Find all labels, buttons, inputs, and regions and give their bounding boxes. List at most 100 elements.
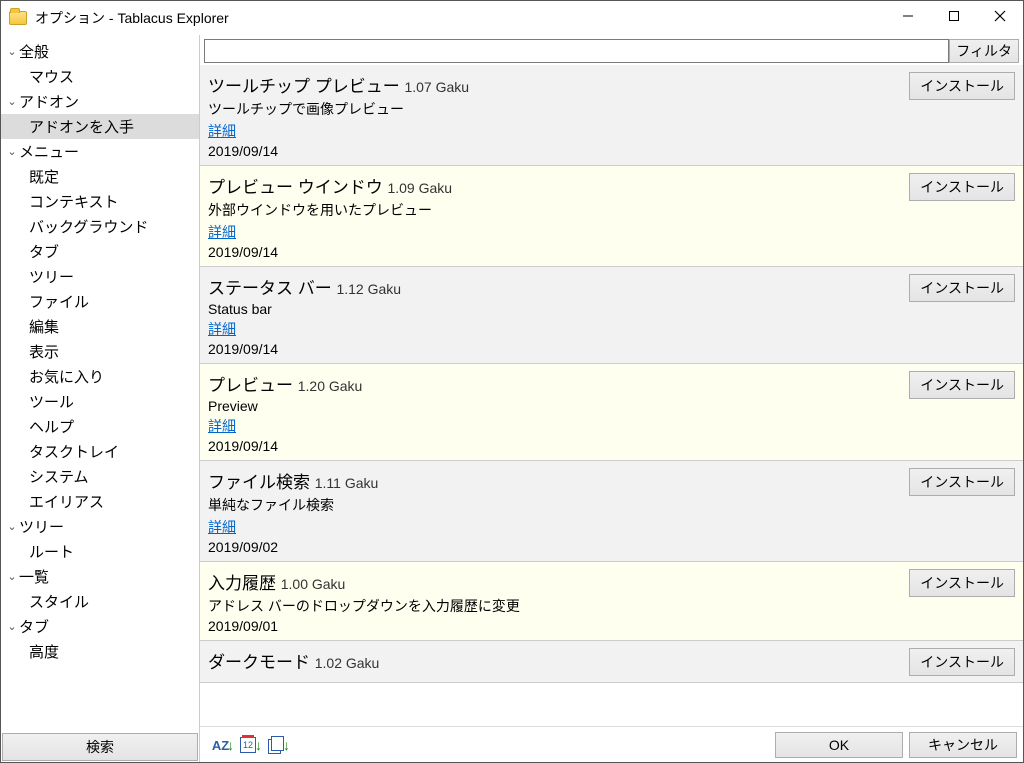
details-link[interactable]: 詳細 [208,121,236,141]
tree-node[interactable]: ツリー [1,264,199,289]
sort-icons: AZ 12↓ ↓ [206,734,290,756]
tree-node-label: エイリアス [29,491,104,512]
tree-node[interactable]: ツール [1,389,199,414]
tree-node-label: スタイル [29,591,89,612]
tree-node[interactable]: エイリアス [1,489,199,514]
tree-node[interactable]: ファイル [1,289,199,314]
tree-node[interactable]: ⌄タブ [1,614,199,639]
addon-title: 入力履歴 1.00 Gaku [208,569,909,594]
addon-item: ダークモード 1.02 Gakuインストール [200,641,1023,683]
sort-alpha-icon[interactable]: AZ [212,734,234,756]
details-link[interactable]: 詳細 [208,319,236,339]
tree-node[interactable]: ⌄アドオン [1,89,199,114]
tree-node[interactable]: バックグラウンド [1,214,199,239]
tree-node-label: マウス [29,66,74,87]
client-area: ⌄全般マウス⌄アドオンアドオンを入手⌄メニュー既定コンテキストバックグラウンドタ… [1,35,1023,762]
tree-node[interactable]: ルート [1,539,199,564]
collapse-icon[interactable]: ⌄ [5,45,19,58]
search-button[interactable]: 検索 [2,733,198,761]
addon-meta: 1.07 Gaku [404,79,469,95]
addon-date: 2019/09/02 [208,539,909,555]
tree-node[interactable]: ⌄メニュー [1,139,199,164]
addon-item: プレビュー ウインドウ 1.09 Gaku外部ウインドウを用いたプレビュー詳細2… [200,166,1023,267]
collapse-icon[interactable]: ⌄ [5,95,19,108]
addon-item: 入力履歴 1.00 Gakuアドレス バーのドロップダウンを入力履歴に変更201… [200,562,1023,641]
cancel-button[interactable]: キャンセル [909,732,1017,758]
maximize-button[interactable] [931,1,977,31]
main-panel: フィルタ ツールチップ プレビュー 1.07 Gakuツールチップで画像プレビュ… [200,35,1023,762]
sidebar: ⌄全般マウス⌄アドオンアドオンを入手⌄メニュー既定コンテキストバックグラウンドタ… [1,35,200,762]
filter-button[interactable]: フィルタ [949,39,1019,63]
tree-node[interactable]: マウス [1,64,199,89]
window-title: オプション - Tablacus Explorer [35,8,885,28]
addon-date: 2019/09/14 [208,341,909,357]
collapse-icon[interactable]: ⌄ [5,520,19,533]
tree-node[interactable]: 編集 [1,314,199,339]
tree-node-label: 全般 [19,41,49,62]
addon-name: ツールチップ プレビュー [208,77,404,96]
tree-node[interactable]: 既定 [1,164,199,189]
tree-node-label: お気に入り [29,366,104,387]
sort-date-icon[interactable]: 12↓ [240,734,262,756]
tree-node[interactable]: コンテキスト [1,189,199,214]
collapse-icon[interactable]: ⌄ [5,620,19,633]
tree-node-label: バックグラウンド [29,216,148,237]
install-button[interactable]: インストール [909,72,1015,100]
tree-node[interactable]: ⌄ツリー [1,514,199,539]
addon-name: プレビュー [208,376,298,395]
install-button[interactable]: インストール [909,468,1015,496]
addon-name: ダークモード [208,653,315,672]
install-button[interactable]: インストール [909,648,1015,676]
details-link[interactable]: 詳細 [208,222,236,242]
tree-node-label: 既定 [29,166,59,187]
tree-node[interactable]: ⌄全般 [1,39,199,64]
sort-copy-icon[interactable]: ↓ [268,734,290,756]
category-tree[interactable]: ⌄全般マウス⌄アドオンアドオンを入手⌄メニュー既定コンテキストバックグラウンドタ… [1,35,199,733]
minimize-button[interactable] [885,1,931,31]
install-button[interactable]: インストール [909,173,1015,201]
addon-date: 2019/09/14 [208,244,909,260]
tree-node-label: ツリー [19,516,64,537]
close-button[interactable] [977,1,1023,31]
install-button[interactable]: インストール [909,371,1015,399]
folder-icon [9,11,27,25]
tree-node-label: 高度 [29,641,59,662]
addon-title: プレビュー ウインドウ 1.09 Gaku [208,173,909,198]
addon-item: プレビュー 1.20 GakuPreview詳細2019/09/14インストール [200,364,1023,461]
addon-list[interactable]: ツールチップ プレビュー 1.07 Gakuツールチップで画像プレビュー詳細20… [200,65,1023,726]
details-link[interactable]: 詳細 [208,517,236,537]
tree-node[interactable]: タスクトレイ [1,439,199,464]
tree-node-label: メニュー [19,141,79,162]
tree-node-label: ルート [29,541,74,562]
tree-node[interactable]: システム [1,464,199,489]
collapse-icon[interactable]: ⌄ [5,145,19,158]
filter-bar: フィルタ [200,35,1023,65]
addon-item: ファイル検索 1.11 Gaku単純なファイル検索詳細2019/09/02インス… [200,461,1023,562]
ok-button[interactable]: OK [775,732,903,758]
addon-title: ステータス バー 1.12 Gaku [208,274,909,299]
collapse-icon[interactable]: ⌄ [5,570,19,583]
footer: AZ 12↓ ↓ OK キャンセル [200,726,1023,762]
addon-name: ステータス バー [208,279,336,298]
tree-node-label: ツリー [29,266,74,287]
addon-meta: 1.02 Gaku [315,655,380,671]
addon-date: 2019/09/14 [208,143,909,159]
filter-input[interactable] [204,39,949,63]
tree-node[interactable]: スタイル [1,589,199,614]
tree-node[interactable]: お気に入り [1,364,199,389]
tree-node-label: システム [29,466,89,487]
tree-node[interactable]: 表示 [1,339,199,364]
install-button[interactable]: インストール [909,569,1015,597]
tree-node[interactable]: アドオンを入手 [1,114,199,139]
tree-node[interactable]: 高度 [1,639,199,664]
addon-title: ダークモード 1.02 Gaku [208,648,909,673]
details-link[interactable]: 詳細 [208,416,236,436]
tree-node-label: タブ [19,616,49,637]
addon-title: プレビュー 1.20 Gaku [208,371,909,396]
tree-node[interactable]: タブ [1,239,199,264]
tree-node[interactable]: ⌄一覧 [1,564,199,589]
install-button[interactable]: インストール [909,274,1015,302]
tree-node-label: 一覧 [19,566,49,587]
addon-date: 2019/09/14 [208,438,909,454]
tree-node[interactable]: ヘルプ [1,414,199,439]
